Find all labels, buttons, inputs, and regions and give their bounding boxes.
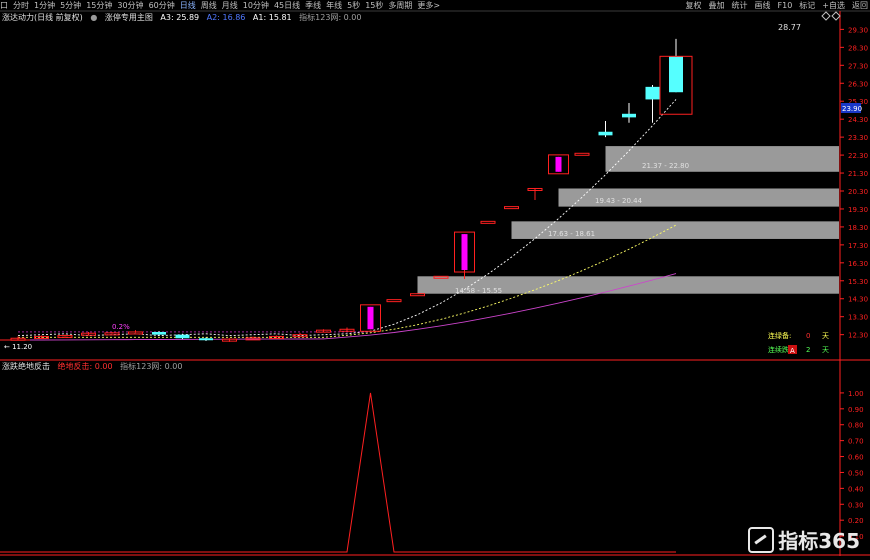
- main-tick-label-15: 14.30: [848, 296, 868, 304]
- candle-9: [222, 338, 237, 342]
- candle-23: [548, 154, 569, 175]
- main-tick-label-10: 19.30: [848, 206, 868, 214]
- main-tick-label-7: 22.30: [848, 152, 868, 160]
- main-tick-label-12: 17.30: [848, 242, 868, 250]
- logo-icon: [748, 526, 775, 553]
- candle-body-20: [480, 220, 496, 224]
- candle-body-26: [622, 113, 636, 118]
- candle-body-5: [128, 331, 143, 335]
- main-tick-label-5: 24.30: [848, 116, 868, 124]
- lianlu-label: 连绿备:: [768, 331, 791, 340]
- ind-tick-label-6: 0.40: [848, 485, 864, 493]
- ind-tick-label-1: 0.90: [848, 406, 864, 414]
- main-tick-label-14: 15.30: [848, 278, 868, 286]
- zone-label-3: 19.43 - 20.44: [595, 197, 643, 205]
- zone-label-1: 14.58 - 15.55: [455, 287, 502, 295]
- candle-21: [504, 206, 519, 210]
- corner-badge-text: A: [790, 347, 795, 355]
- brand-logo: 指标365: [748, 525, 860, 554]
- corner-badge: A: [788, 345, 797, 355]
- main-tick-label-9: 20.30: [848, 188, 868, 196]
- main-tick-label-8: 21.30: [848, 170, 868, 178]
- zone-label-4: 21.37 - 22.80: [642, 162, 689, 170]
- ind-tick-label-2: 0.80: [848, 422, 864, 430]
- candle-body-24: [574, 152, 590, 156]
- candle-14: [339, 327, 355, 332]
- main-tick-label-1: 28.30: [848, 44, 868, 52]
- indicator-layer: [0, 392, 676, 553]
- candle-body-23: [555, 156, 562, 172]
- ind-tick-label-5: 0.50: [848, 469, 864, 477]
- main-tick-label-17: 12.30: [848, 332, 868, 340]
- main-tick-label-11: 18.30: [848, 224, 868, 232]
- ind-tick-label-0: 1.00: [848, 390, 864, 398]
- top-right-icons[interactable]: [821, 11, 841, 21]
- brand-text: 指标365: [778, 529, 860, 553]
- candle-13: [316, 329, 331, 333]
- candle-22: [527, 187, 543, 200]
- candle-15: [360, 304, 381, 332]
- candle-20: [480, 220, 496, 224]
- candle-24: [574, 152, 590, 156]
- candle-12: [292, 332, 308, 338]
- candle-4: [104, 331, 120, 336]
- candle-body-8: [199, 338, 213, 341]
- candle-3: [81, 331, 96, 336]
- candle-17: [410, 293, 425, 297]
- candle-body-27: [645, 86, 660, 100]
- high-price-label: 28.77: [778, 23, 801, 32]
- price-tag: 23.90: [841, 103, 862, 113]
- ma-white: [17, 99, 677, 337]
- main-tick-label-0: 29.30: [848, 26, 868, 34]
- pct-label: 0.2%: [112, 323, 130, 331]
- ind-tick-label-3: 0.70: [848, 438, 864, 446]
- candle-body-7: [175, 334, 190, 339]
- lianlu-unit: 天: [822, 332, 829, 340]
- ind-tick-label-8: 0.20: [848, 517, 864, 525]
- candle-body-6: [152, 331, 166, 335]
- ind-tick-label-7: 0.30: [848, 501, 864, 509]
- candle-26: [622, 103, 636, 123]
- indicator-line: [0, 392, 676, 553]
- candle-27: [645, 85, 660, 123]
- price-tag-text: 23.90: [842, 105, 862, 113]
- candle-2: [57, 334, 73, 339]
- candle-19: [454, 231, 475, 279]
- main-tick-label-3: 26.30: [848, 80, 868, 88]
- candle-28: [669, 38, 683, 93]
- lianhong-label: 连续跌:: [768, 345, 791, 354]
- main-tick-label-2: 27.30: [848, 62, 868, 70]
- low-price-label: ← 11.20: [4, 343, 32, 351]
- candle-8: [199, 337, 213, 341]
- support-zone-3: [605, 146, 839, 172]
- zone-label-2: 17.63 - 18.61: [548, 230, 595, 238]
- lianhong-value: 2: [806, 346, 810, 354]
- main-tick-label-13: 16.30: [848, 260, 868, 268]
- candle-16: [386, 299, 402, 303]
- lianlu-value: 0: [806, 332, 810, 340]
- candle-body-25: [598, 131, 613, 136]
- lianhong-unit: 天: [822, 346, 829, 354]
- candle-body-15: [367, 306, 374, 330]
- main-tick-label-16: 13.30: [848, 314, 868, 322]
- candle-body-16: [386, 299, 402, 303]
- candle-25: [598, 120, 613, 138]
- moving-average-layer: [17, 99, 677, 341]
- candle-body-19: [461, 234, 468, 271]
- candle-body-21: [504, 206, 519, 210]
- candle-body-4: [104, 332, 120, 336]
- chart-canvas[interactable]: 29.3028.3027.3026.3025.3024.3023.3022.30…: [0, 0, 870, 560]
- zone-layer: [417, 146, 839, 294]
- main-tick-label-6: 23.30: [848, 134, 868, 142]
- candle-body-28: [669, 56, 683, 93]
- ind-tick-label-4: 0.60: [848, 454, 864, 462]
- candle-body-17: [410, 293, 425, 297]
